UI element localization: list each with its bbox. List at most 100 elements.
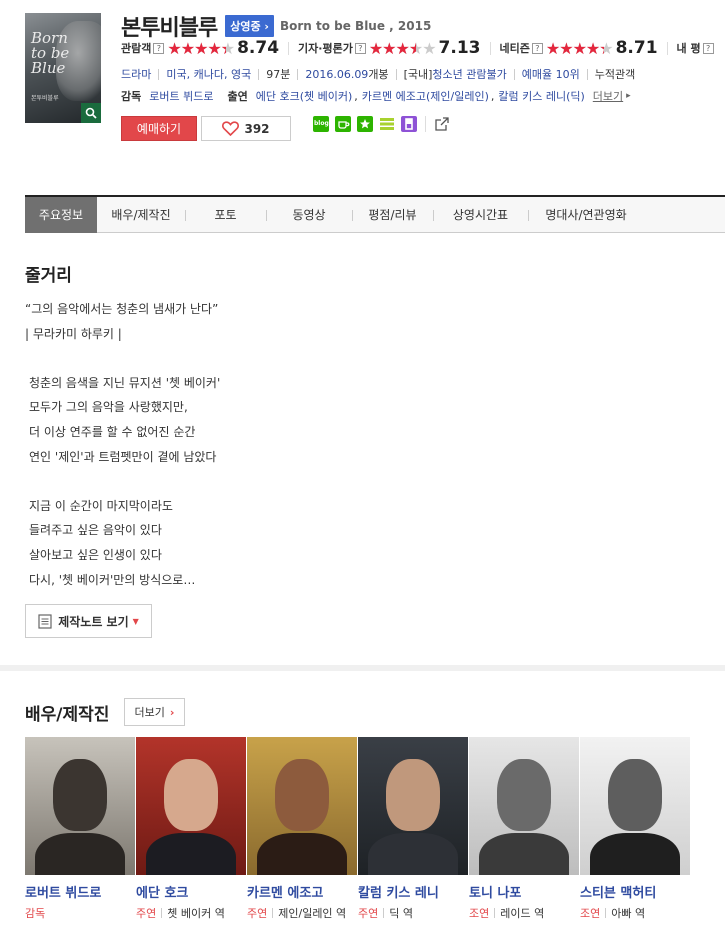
country-link[interactable]: 미국, 캐나다, 영국	[166, 66, 251, 82]
synopsis-line: 청춘의 음색을 지닌 뮤지션 '쳇 베이커'	[29, 375, 221, 390]
cumulative-audience: 누적관객	[594, 68, 636, 81]
poster-title: Born to be Blue	[31, 29, 70, 77]
cafe-share-icon[interactable]	[335, 116, 351, 132]
cast-name[interactable]: 카르멘 에조고	[247, 882, 357, 901]
cast-link-1[interactable]: 에단 호크(쳇 베이커)	[256, 88, 353, 104]
memo-share-icon[interactable]	[379, 116, 395, 132]
star-rating: ★★★★★★★★★★	[545, 38, 614, 58]
release-suffix: 개봉	[368, 68, 389, 81]
cast-photo[interactable]	[580, 737, 690, 875]
cast-role: 조연 레이드 역	[469, 906, 579, 922]
cast-card[interactable]: 스티븐 맥허티조연 아빠 역	[580, 737, 690, 922]
cast-kind: 주연	[136, 907, 157, 920]
cast-card[interactable]: 에단 호크주연 쳇 베이커 역	[136, 737, 246, 922]
help-icon[interactable]: ?	[702, 42, 714, 54]
bookmark-share-icon[interactable]	[357, 116, 373, 132]
genre-link[interactable]: 드라마	[121, 66, 151, 82]
blog-share-icon[interactable]: blog	[313, 116, 329, 132]
director-label: 감독	[121, 90, 142, 103]
cast-photo[interactable]	[469, 737, 579, 875]
tab-1[interactable]: 주요정보	[25, 197, 97, 233]
tab-6[interactable]: 상영시간표	[433, 197, 528, 233]
help-icon[interactable]: ?	[354, 42, 366, 54]
cast-link-2[interactable]: 카르멘 에조고(제인/일레인)	[362, 88, 489, 104]
magnifier-icon	[85, 107, 97, 119]
score-value: 8.71	[615, 38, 658, 58]
age-rating-link[interactable]: 청소년 관람불가	[432, 66, 506, 82]
caret-down-icon: ▼	[132, 616, 139, 626]
score-label: 관람객	[121, 42, 152, 55]
director-link[interactable]: 로버트 뷔드로	[149, 88, 213, 104]
cast-kind: 조연	[469, 907, 490, 920]
share-icon[interactable]	[434, 116, 450, 132]
synopsis-line: 연인 '제인'과 트럼펫만이 곁에 남았다	[29, 449, 217, 464]
info-row: 드라마 미국, 캐나다, 영국 97분 2016.06.09 개봉 [국내] 청…	[121, 66, 635, 82]
cast-character: 레이드 역	[500, 907, 545, 920]
book-button[interactable]: 예매하기	[121, 116, 197, 141]
tab-2[interactable]: 배우/제작진	[97, 197, 185, 233]
cast-photo[interactable]	[358, 737, 468, 875]
cast-kind: 주연	[358, 907, 379, 920]
synopsis-line: “그의 음악에서는 청춘의 냄새가 난다”	[25, 302, 219, 316]
cast-name[interactable]: 칼럼 키스 레니	[358, 882, 468, 901]
cast-label: 출연	[227, 90, 248, 103]
cast-card[interactable]: 토니 나포조연 레이드 역	[469, 737, 579, 922]
cast-kind: 조연	[580, 907, 601, 920]
synopsis-line: 지금 이 순간이 마지막이라도	[29, 498, 173, 513]
movie-title-english: Born to be Blue , 2015	[279, 19, 432, 33]
cast-role: 주연 딕 역	[358, 906, 468, 922]
booking-rank-link[interactable]: 예매율 10위	[522, 66, 580, 82]
release-date-link[interactable]: 2016.06.09	[305, 68, 368, 81]
cast-character: 딕 역	[389, 907, 413, 920]
runtime: 97분	[266, 68, 291, 81]
cast-card[interactable]: 카르멘 에조고주연 제인/일레인 역	[247, 737, 357, 922]
cast-photo[interactable]	[25, 737, 135, 875]
tab-3[interactable]: 포토	[185, 197, 266, 233]
synopsis-line: 들려주고 싶은 음악이 있다	[29, 523, 162, 538]
section-divider	[0, 665, 725, 671]
cast-more-button[interactable]: 더보기 ›	[124, 698, 185, 726]
help-icon[interactable]: ?	[531, 42, 543, 54]
cast-card[interactable]: 칼럼 키스 레니주연 딕 역	[358, 737, 468, 922]
cast-link-3[interactable]: 칼럼 키스 레니(딕)	[498, 88, 584, 104]
synopsis-text: “그의 음악에서는 청춘의 냄새가 난다” | 무라카미 하루키 | 청춘의 음색을…	[25, 297, 220, 592]
tab-5[interactable]: 평점/리뷰	[352, 197, 433, 233]
synopsis-line: 살아보고 싶은 인생이 있다	[29, 547, 162, 562]
movie-poster[interactable]: Born to be Blue 본투비블루	[25, 13, 101, 123]
star-rating: ★★★★★★★★★★	[167, 38, 235, 58]
cast-name[interactable]: 로버트 뷔드로	[25, 882, 135, 901]
cast-name[interactable]: 에단 호크	[136, 882, 246, 901]
crew-more-link[interactable]: 더보기	[593, 88, 623, 104]
score-label: 네티즌	[499, 42, 530, 55]
document-icon	[38, 613, 52, 629]
like-count: 392	[244, 121, 270, 136]
synopsis-line	[25, 469, 220, 494]
cast-card[interactable]: 로버트 뷔드로감독	[25, 737, 135, 922]
score-value: 7.13	[438, 38, 481, 58]
star-rating: ★★★★★★★★★★	[368, 38, 437, 58]
tab-bar: 주요정보 배우/제작진 포토 동영상 평점/리뷰 상영시간표 명대사/연관영화	[25, 195, 725, 233]
heart-icon	[222, 121, 240, 136]
like-button[interactable]: 392	[201, 116, 291, 141]
synopsis-line	[25, 346, 220, 371]
cast-character: 아빠 역	[611, 907, 646, 920]
share-row: blog	[313, 116, 456, 132]
tab-7[interactable]: 명대사/연관영화	[528, 197, 644, 233]
pocket-share-icon[interactable]	[401, 116, 417, 132]
cast-role: 감독	[25, 906, 135, 922]
cast-kind: 주연	[247, 907, 268, 920]
status-badge[interactable]: 상영중 ›	[225, 15, 274, 37]
tab-4[interactable]: 동영상	[266, 197, 352, 233]
help-icon[interactable]: ?	[153, 42, 165, 54]
cast-name[interactable]: 토니 나포	[469, 882, 579, 901]
cast-heading: 배우/제작진	[25, 705, 110, 725]
cast-photo[interactable]	[136, 737, 246, 875]
cast-role: 주연 제인/일레인 역	[247, 906, 357, 922]
cast-name[interactable]: 스티븐 맥허티	[580, 882, 690, 901]
cast-photo[interactable]	[247, 737, 357, 875]
cast-character: 쳇 베이커 역	[167, 907, 225, 920]
zoom-button[interactable]	[81, 103, 101, 123]
synopsis-line: | 무라카미 하루키 |	[25, 326, 122, 341]
poster-subtitle: 본투비블루	[31, 95, 59, 102]
production-notes-button[interactable]: 제작노트 보기 ▼	[25, 604, 152, 638]
